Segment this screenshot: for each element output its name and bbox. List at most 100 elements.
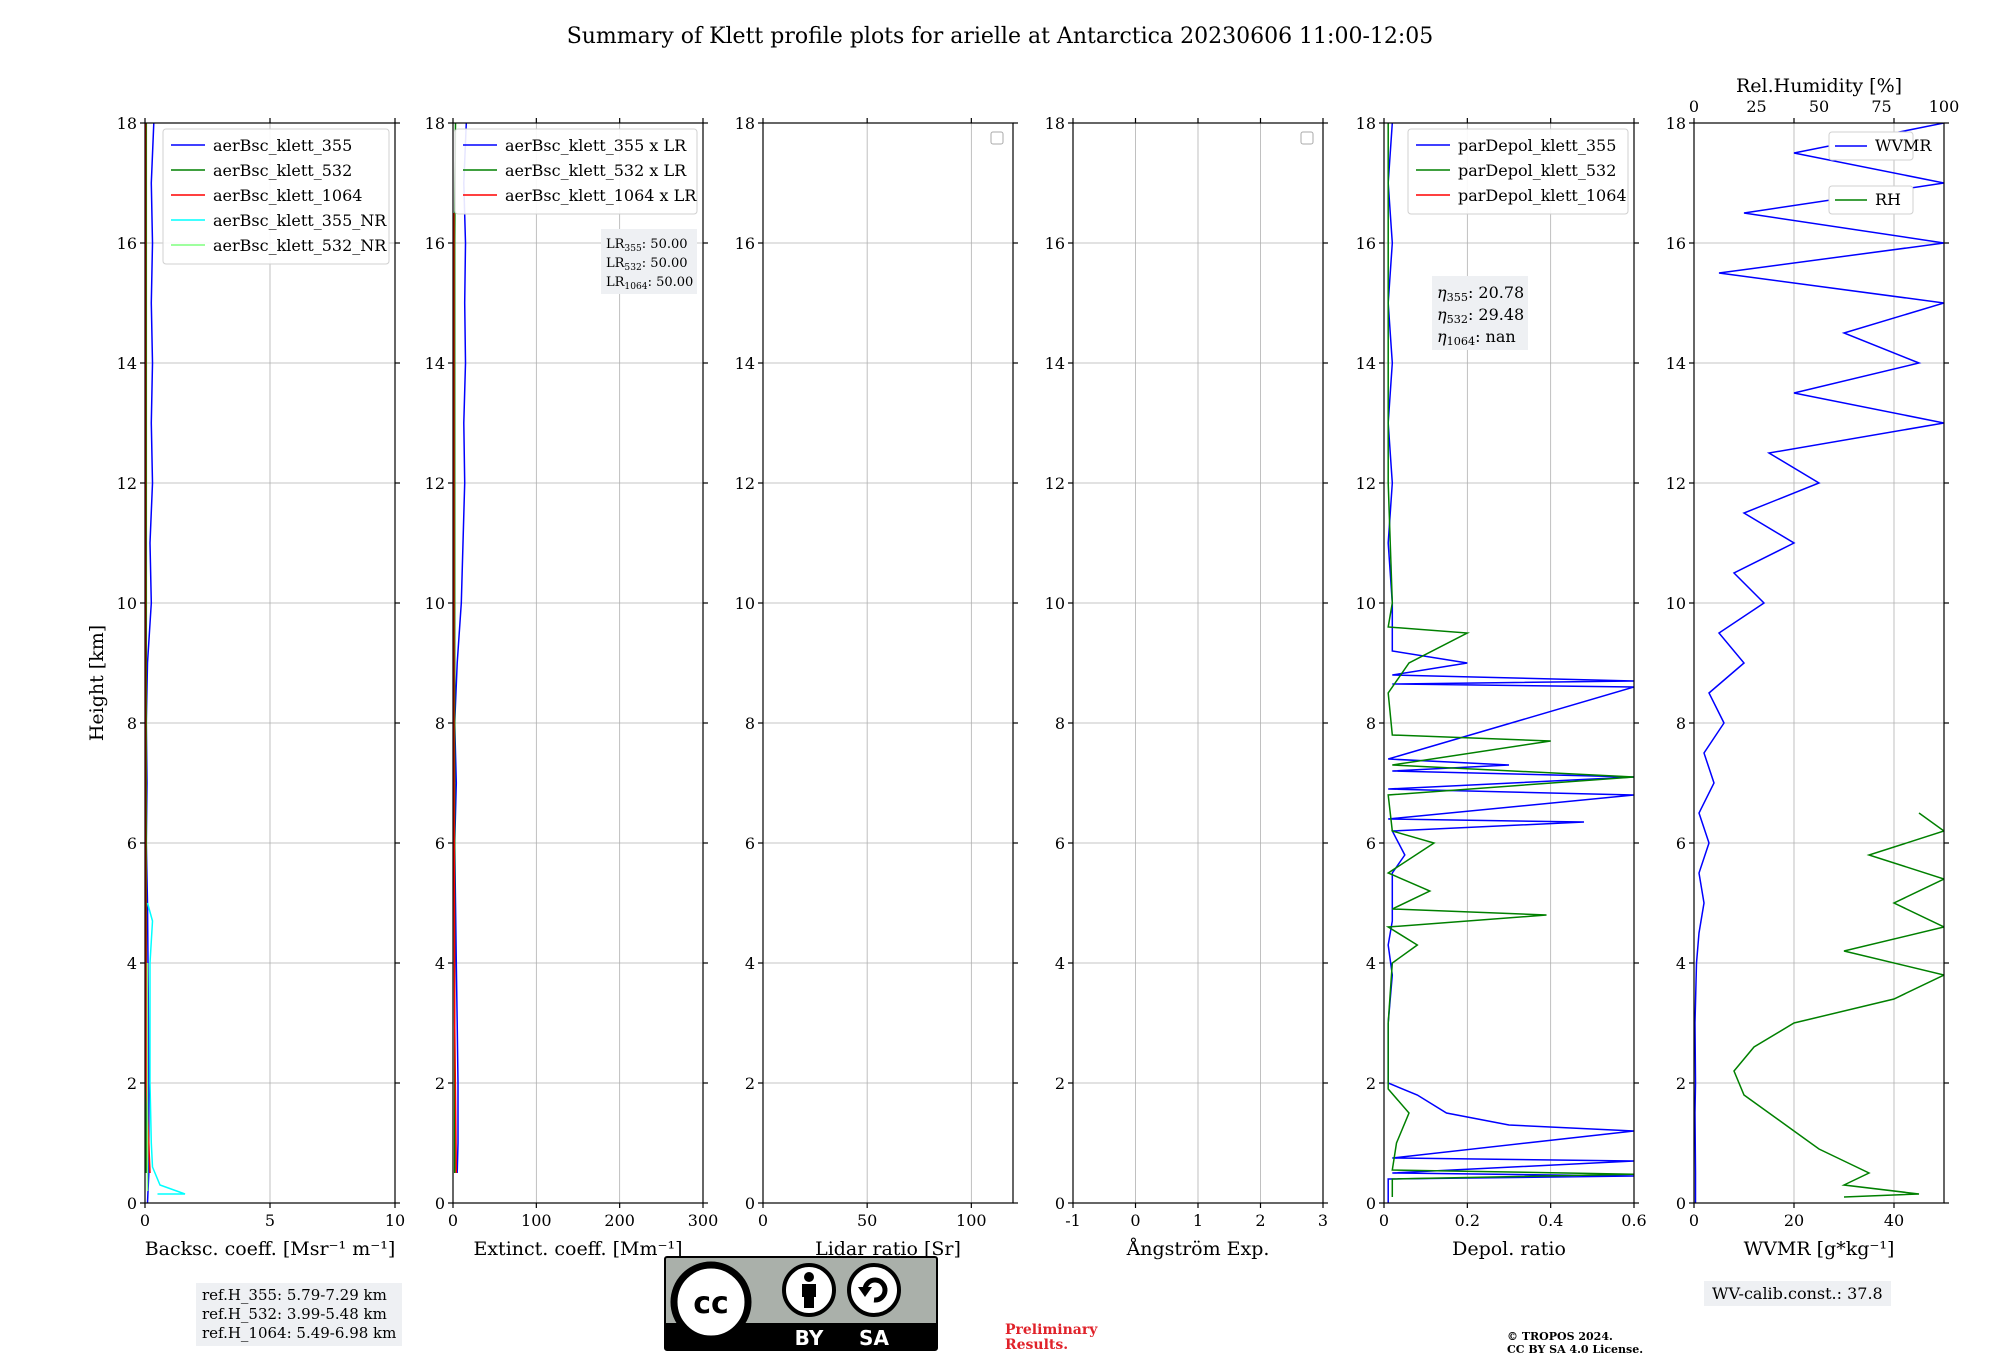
y-tick-label: 8 bbox=[1055, 714, 1065, 733]
y-tick-label: 4 bbox=[745, 954, 755, 973]
top-x-tick-label: 0 bbox=[1689, 97, 1699, 116]
y-tick-label: 12 bbox=[1666, 474, 1686, 493]
x-axis-label: Extinct. coeff. [Mm⁻¹] bbox=[473, 1238, 682, 1260]
top-x-tick-label: 25 bbox=[1746, 97, 1766, 116]
series-line-aerbsc-klett-355-x-lr bbox=[453, 123, 468, 1174]
annotation-line: LR1064: 50.00 bbox=[606, 275, 693, 292]
y-tick-label: 4 bbox=[1676, 954, 1686, 973]
top-x-axis-label: Rel.Humidity [%] bbox=[1736, 75, 1902, 97]
legend-label: aerBsc_klett_355 x LR bbox=[505, 136, 687, 155]
y-tick-label: 12 bbox=[735, 474, 755, 493]
figure-title: Summary of Klett profile plots for ariel… bbox=[567, 24, 1434, 49]
panel-ang: 024681012141618-1 0 1 2 3Ångström Exp. bbox=[1045, 114, 1328, 1260]
y-tick-label: 6 bbox=[1366, 834, 1376, 853]
y-tick-label: 2 bbox=[1676, 1074, 1686, 1093]
legend-label: aerBsc_klett_532_NR bbox=[213, 236, 387, 255]
y-tick-label: 16 bbox=[735, 234, 755, 253]
x-tick-label: 40 bbox=[1884, 1211, 1904, 1230]
y-tick-label: 14 bbox=[1356, 354, 1376, 373]
x-tick-label: 0 bbox=[758, 1211, 768, 1230]
preliminary-line-1: Preliminary bbox=[1005, 1322, 1098, 1338]
y-tick-label: 0 bbox=[1676, 1194, 1686, 1213]
y-tick-label: 0 bbox=[1366, 1194, 1376, 1213]
y-tick-label: 0 bbox=[435, 1194, 445, 1213]
y-tick-label: 18 bbox=[735, 114, 755, 133]
y-tick-label: 18 bbox=[1045, 114, 1065, 133]
y-tick-label: 2 bbox=[1366, 1074, 1376, 1093]
y-tick-label: 12 bbox=[425, 474, 445, 493]
y-tick-label: 18 bbox=[1666, 114, 1686, 133]
y-tick-label: 4 bbox=[1366, 954, 1376, 973]
y-tick-label: 16 bbox=[1356, 234, 1376, 253]
x-tick-label: 1 bbox=[1193, 1211, 1203, 1230]
ref-height-532: ref.H_532: 3.99-5.48 km bbox=[202, 1305, 387, 1323]
x-axis-label: Backsc. coeff. [Msr⁻¹ m⁻¹] bbox=[145, 1238, 396, 1260]
legend-label: RH bbox=[1875, 190, 1901, 209]
sa-share-icon bbox=[847, 1263, 901, 1317]
y-tick-label: 18 bbox=[117, 114, 137, 133]
x-tick-label: 2 bbox=[1255, 1211, 1265, 1230]
y-tick-label: 0 bbox=[745, 1194, 755, 1213]
copyright-note: © TROPOS 2024. CC BY SA 4.0 License. bbox=[1507, 1330, 1643, 1356]
ref-height-1064: ref.H_1064: 5.49-6.98 km bbox=[202, 1324, 397, 1342]
y-tick-label: 16 bbox=[1045, 234, 1065, 253]
legend-label: aerBsc_klett_532 bbox=[213, 161, 352, 180]
y-tick-label: 8 bbox=[1676, 714, 1686, 733]
panel-lr: 0246810121416180 50 100Lidar ratio [Sr] bbox=[735, 114, 1018, 1260]
y-tick-label: 8 bbox=[745, 714, 755, 733]
y-tick-label: 0 bbox=[1055, 1194, 1065, 1213]
y-tick-label: 18 bbox=[425, 114, 445, 133]
y-axis-label: Height [km] bbox=[86, 625, 108, 741]
y-tick-label: 10 bbox=[1045, 594, 1065, 613]
empty-legend-box bbox=[990, 131, 1004, 145]
x-tick-label: 300 bbox=[688, 1211, 719, 1230]
klett-summary-figure: Summary of Klett profile plots for ariel… bbox=[86, 24, 1960, 1351]
panel-depol: 0 2 4 6 8 10 12 14 16 18 0 0.2 0.4 0.6 Depol. ratio par… bbox=[1356, 114, 1647, 1260]
top-x-tick-label: 50 bbox=[1809, 97, 1829, 116]
wv-calib-constant: WV-calib.const.: 37.8 bbox=[1712, 1284, 1883, 1303]
preliminary-line-2: Results. bbox=[1005, 1337, 1069, 1353]
x-tick-label: 0 bbox=[1689, 1211, 1699, 1230]
panel-wv: 0246810121416180 20 40WVMR [g*kg⁻¹]0 25 50 75… bbox=[1666, 75, 1960, 1260]
x-tick-label: 50 bbox=[857, 1211, 877, 1230]
y-tick-label: 6 bbox=[745, 834, 755, 853]
y-tick-label: 2 bbox=[1055, 1074, 1065, 1093]
y-tick-label: 2 bbox=[127, 1074, 137, 1093]
legend-label: WVMR bbox=[1875, 136, 1932, 155]
top-x-tick-label: 100 bbox=[1929, 97, 1960, 116]
top-x-tick-label: 75 bbox=[1871, 97, 1891, 116]
x-tick-label: 0 bbox=[1379, 1211, 1389, 1230]
y-tick-label: 12 bbox=[1045, 474, 1065, 493]
y-tick-label: 14 bbox=[1045, 354, 1065, 373]
y-tick-label: 8 bbox=[435, 714, 445, 733]
y-tick-label: 12 bbox=[1356, 474, 1376, 493]
y-tick-label: 10 bbox=[117, 594, 137, 613]
y-tick-label: 6 bbox=[1676, 834, 1686, 853]
legend-label: parDepol_klett_1064 bbox=[1458, 186, 1627, 205]
by-label: BY bbox=[795, 1326, 824, 1350]
y-tick-label: 6 bbox=[435, 834, 445, 853]
x-axis-label: Depol. ratio bbox=[1452, 1238, 1566, 1260]
x-tick-label: 100 bbox=[956, 1211, 987, 1230]
x-axis-label: WVMR [g*kg⁻¹] bbox=[1744, 1238, 1895, 1260]
y-tick-label: 8 bbox=[127, 714, 137, 733]
y-tick-label: 14 bbox=[1666, 354, 1686, 373]
x-tick-label: 0.4 bbox=[1538, 1211, 1563, 1230]
copyright-line-1: © TROPOS 2024. bbox=[1507, 1330, 1613, 1343]
y-tick-label: 2 bbox=[435, 1074, 445, 1093]
x-axis-label: Ångström Exp. bbox=[1126, 1238, 1270, 1260]
cc-logo-text: cc bbox=[693, 1286, 729, 1321]
y-tick-label: 6 bbox=[1055, 834, 1065, 853]
series-line-wvmr bbox=[1694, 123, 1944, 1203]
y-tick-label: 2 bbox=[745, 1074, 755, 1093]
x-tick-label: 0 bbox=[140, 1211, 150, 1230]
legend-label: aerBsc_klett_1064 bbox=[213, 186, 362, 205]
y-tick-label: 10 bbox=[1356, 594, 1376, 613]
legend-label: aerBsc_klett_532 x LR bbox=[505, 161, 687, 180]
y-tick-label: 8 bbox=[1366, 714, 1376, 733]
x-tick-label: 3 bbox=[1318, 1211, 1328, 1230]
x-tick-label: 100 bbox=[521, 1211, 552, 1230]
copyright-line-2: CC BY SA 4.0 License. bbox=[1507, 1343, 1644, 1356]
y-tick-label: 10 bbox=[1666, 594, 1686, 613]
y-tick-label: 0 bbox=[127, 1194, 137, 1213]
